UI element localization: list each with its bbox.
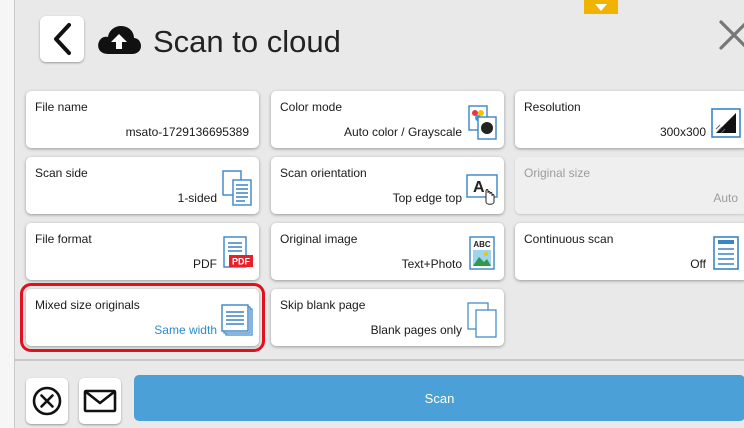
document-icon [713,236,739,270]
down-arrow-icon [595,3,607,11]
orientation-icon: A [466,174,498,205]
setting-value: Off [690,257,706,271]
cloud-upload-icon [98,26,141,54]
chevron-left-icon [54,23,71,55]
reset-circle-x-icon [32,386,62,416]
setting-label: Resolution [524,100,581,114]
setting-label: Mixed size originals [35,298,140,312]
continuous-scan-setting[interactable]: Continuous scan Off [515,223,744,280]
setting-value: PDF [193,257,217,271]
stacked-pages-icon [221,304,253,336]
setting-value: 1-sided [177,191,217,205]
text-photo-icon: ABC [469,236,495,270]
pages-icon [222,170,252,206]
color-mode-setting[interactable]: Color mode Auto color / Grayscale [271,91,504,148]
pull-down-tab[interactable] [584,0,618,14]
envelope-icon [83,389,117,413]
scan-to-cloud-screen: Scan to cloud File name msato-1729136695… [14,0,744,428]
setting-value: Blank pages only [370,323,462,337]
setting-label: Skip blank page [280,298,366,312]
setting-value: 300x300 [659,125,706,139]
setting-value: msato-1729136695389 [125,125,249,139]
reset-button[interactable] [26,378,68,424]
setting-value: Top edge top [392,191,462,205]
svg-text:A: A [473,179,485,196]
mail-button[interactable] [79,378,121,424]
setting-value: Auto [713,191,738,205]
setting-value: Text+Photo [401,257,462,271]
page-title: Scan to cloud [153,24,341,59]
setting-value: Auto color / Grayscale [343,125,462,139]
file-name-setting[interactable]: File name msato-1729136695389 [26,91,259,148]
scan-button[interactable]: Scan [134,375,744,421]
blank-pages-icon [467,302,497,338]
footer-divider [15,359,744,361]
back-button[interactable] [40,16,84,62]
setting-label: File name [35,100,88,114]
skip-blank-page-setting[interactable]: Skip blank page Blank pages only [271,289,504,346]
scan-orientation-setting[interactable]: Scan orientation Top edge top A [271,157,504,214]
setting-label: Continuous scan [524,232,614,246]
setting-label: Scan orientation [280,166,367,180]
color-mode-icon [468,105,497,140]
original-image-setting[interactable]: Original image Text+Photo ABC [271,223,504,280]
close-icon[interactable] [717,18,744,52]
setting-label: Original image [280,232,358,246]
scan-side-setting[interactable]: Scan side 1-sided [26,157,259,214]
pdf-file-icon: PDF [223,236,253,268]
setting-value: Same width [154,323,217,337]
setting-label: Scan side [35,166,88,180]
setting-label: File format [35,232,92,246]
file-format-setting[interactable]: File format PDF PDF [26,223,259,280]
resolution-icon [711,108,741,138]
original-size-setting: Original size Auto [515,157,744,214]
svg-text:ABC: ABC [473,240,491,249]
resolution-setting[interactable]: Resolution 300x300 [515,91,744,148]
setting-label: Color mode [280,100,343,114]
mixed-size-originals-setting[interactable]: Mixed size originals Same width [20,283,265,352]
setting-label: Original size [524,166,591,180]
svg-text:PDF: PDF [232,257,251,267]
